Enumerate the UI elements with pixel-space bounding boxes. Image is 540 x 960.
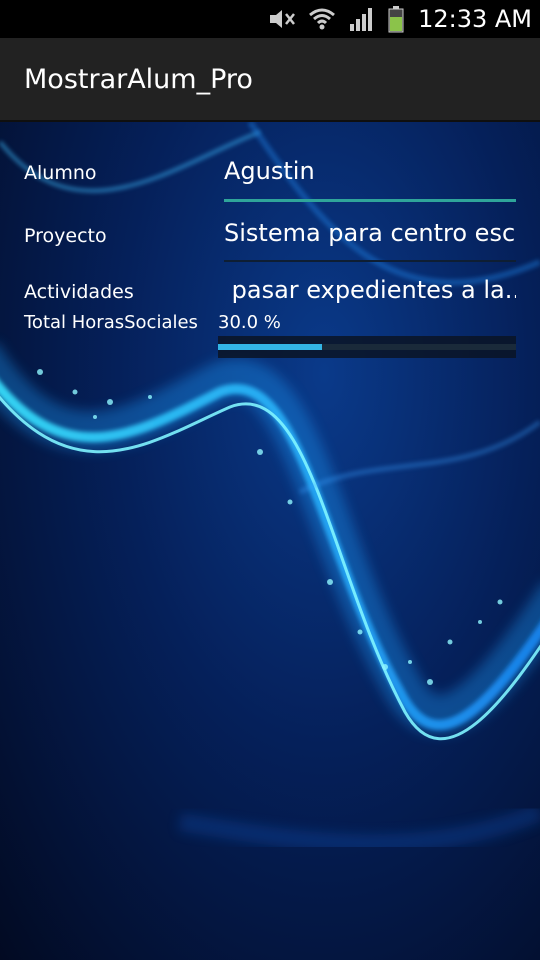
horas-sociales-value: 30.0 % [218, 312, 281, 333]
proyecto-underline [224, 260, 516, 262]
actividades-field[interactable]: pasar expedientes a la.. [224, 276, 516, 304]
actividades-label: Actividades [24, 281, 134, 303]
app-title: MostrarAlum_Pro [24, 63, 253, 95]
main-content: Alumno Agustin Proyecto Sistema para cen… [0, 122, 540, 960]
mute-icon [266, 5, 298, 33]
battery-icon [386, 5, 406, 33]
proyecto-field[interactable]: Sistema para centro esc [224, 219, 516, 247]
signal-icon [346, 5, 378, 33]
horas-sociales-progress [218, 344, 322, 350]
proyecto-label: Proyecto [24, 225, 107, 247]
horas-sociales-label: Total HorasSociales [24, 312, 198, 333]
alumno-label: Alumno [24, 162, 97, 184]
wifi-icon [306, 5, 338, 33]
alumno-underline [224, 199, 516, 202]
clock: 12:33 AM [418, 5, 532, 33]
alumno-field[interactable]: Agustin [224, 157, 516, 185]
action-bar: MostrarAlum_Pro [0, 38, 540, 122]
wave-background [0, 122, 540, 853]
status-bar: 12:33 AM [0, 0, 540, 38]
